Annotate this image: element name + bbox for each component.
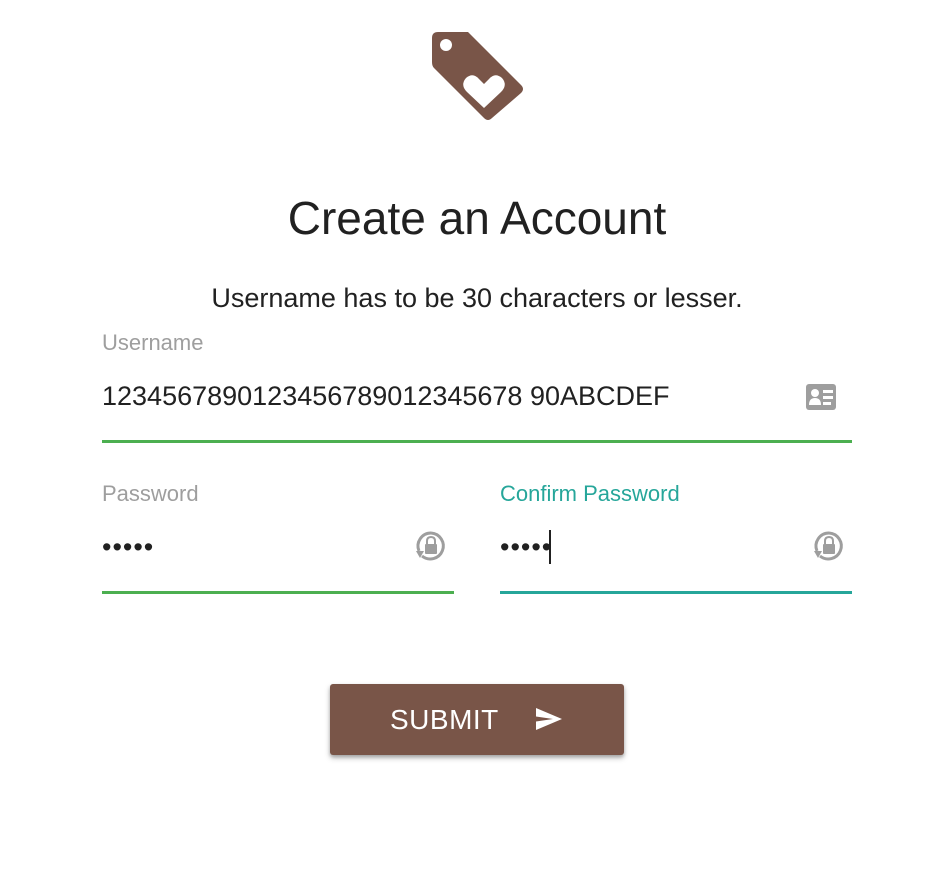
page-title: Create an Account <box>287 192 667 244</box>
password-label: Password <box>102 481 199 506</box>
tag-heart-icon <box>432 32 523 120</box>
username-input[interactable] <box>102 376 792 416</box>
confirm-password-input[interactable] <box>500 527 800 567</box>
confirm-password-field: Confirm Password <box>500 481 852 596</box>
username-label: Username <box>102 330 204 355</box>
send-icon <box>536 708 562 730</box>
password-input[interactable] <box>102 527 402 567</box>
confirm-password-label: Confirm Password <box>500 481 680 506</box>
username-field: Username <box>102 330 852 445</box>
username-hint: Username has to be 30 characters or less… <box>211 283 743 313</box>
text-cursor <box>549 530 551 564</box>
lock-reset-icon <box>814 531 843 561</box>
contact-card-icon <box>806 384 836 410</box>
password-field: Password <box>102 481 454 596</box>
submit-button[interactable]: SUBMIT <box>330 684 624 755</box>
username-underline <box>102 440 852 443</box>
confirm-password-underline <box>500 591 852 594</box>
create-account-page: Create an Account Username has to be 30 … <box>0 0 938 870</box>
lock-reset-icon <box>416 531 445 561</box>
password-underline <box>102 591 454 594</box>
submit-label: SUBMIT <box>390 704 499 735</box>
